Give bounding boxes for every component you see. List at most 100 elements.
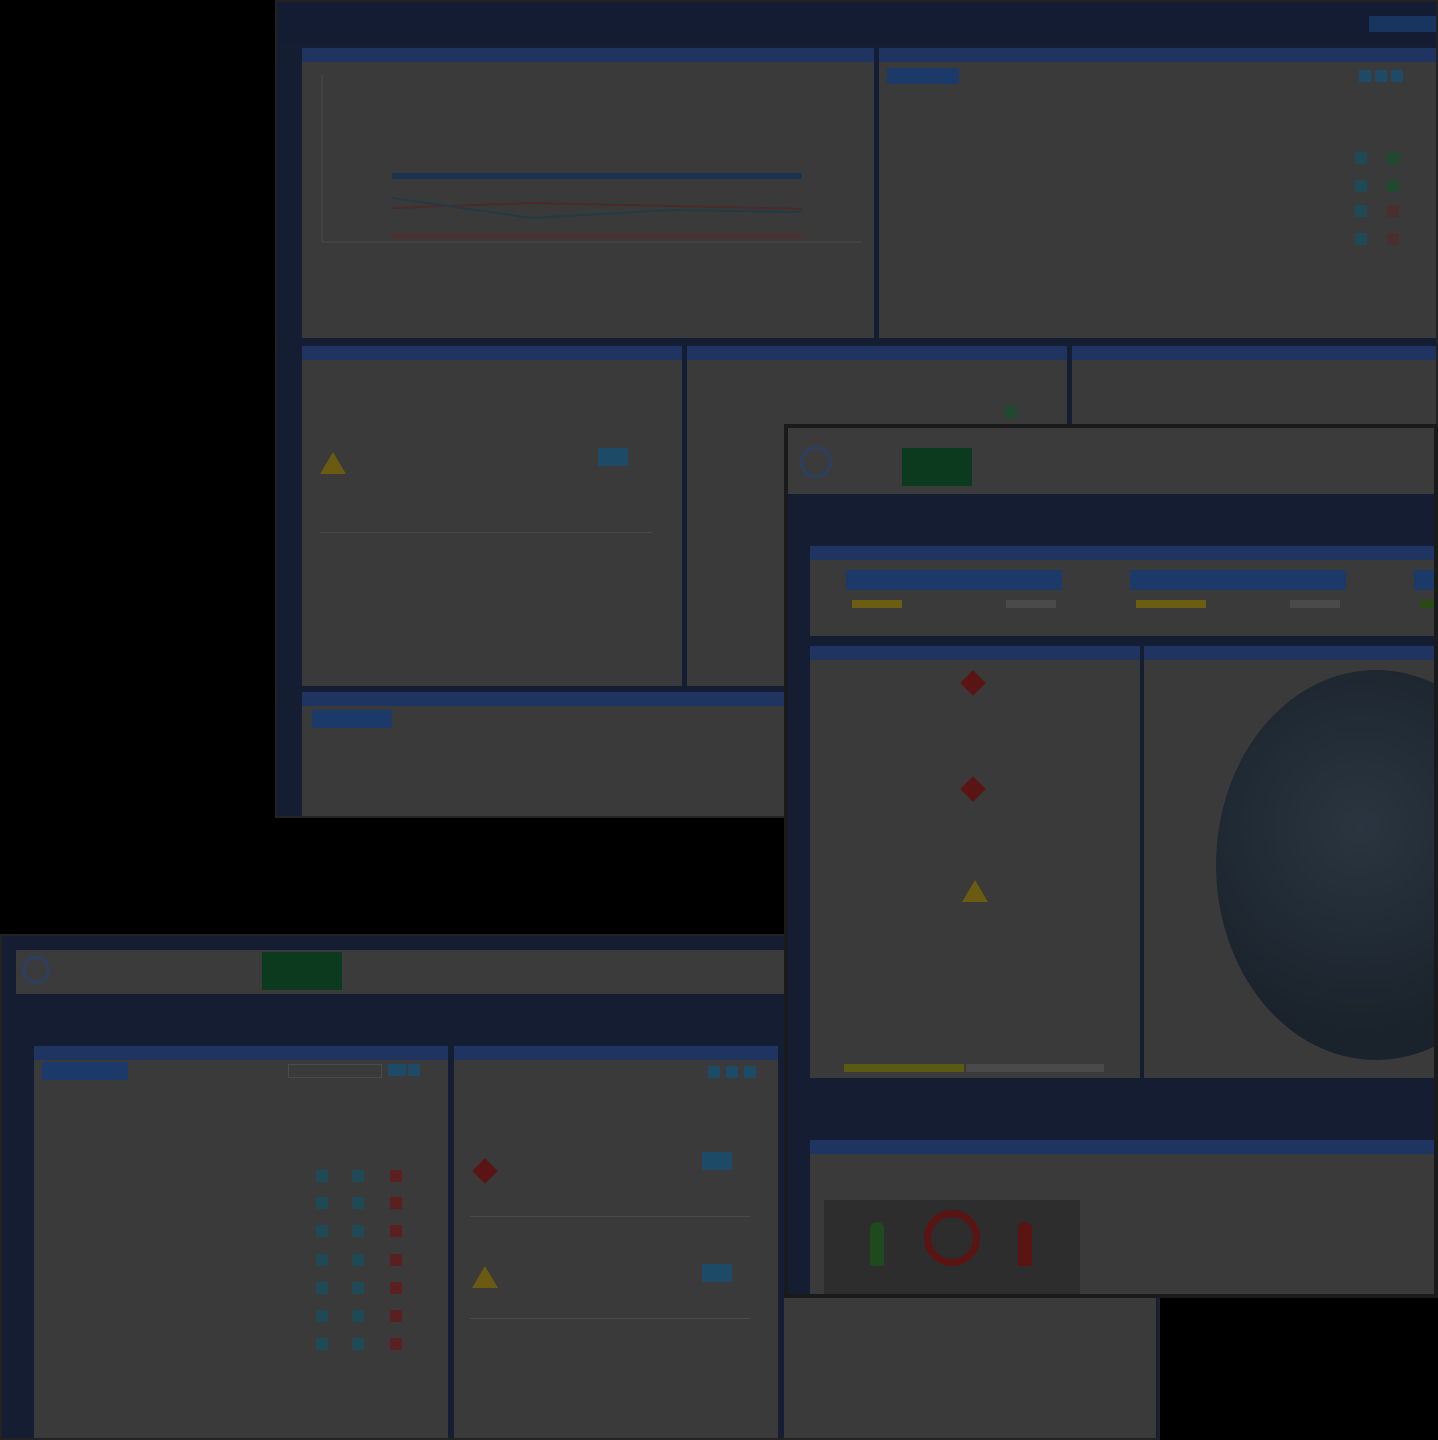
- first-page-icon[interactable]: [708, 1066, 720, 1078]
- filter-icon[interactable]: [408, 1064, 420, 1076]
- alert-3-progress: [844, 1064, 964, 1072]
- table-row: [905, 233, 1345, 247]
- prohibited-icon: [924, 1210, 980, 1266]
- delete-icon[interactable]: [1387, 233, 1399, 245]
- divider: [470, 1318, 750, 1319]
- nav-tab-1[interactable]: [984, 452, 1004, 484]
- alert-panel: [302, 346, 682, 686]
- threat-level-2-bar: [1420, 600, 1434, 608]
- next-page-icon[interactable]: [1391, 70, 1403, 82]
- open-icon[interactable]: [1005, 406, 1017, 418]
- critical-icon: [960, 670, 986, 696]
- table-row: [56, 1282, 316, 1296]
- table-row: [905, 180, 1345, 194]
- add-item-button[interactable]: [312, 710, 392, 728]
- edit-icon[interactable]: [316, 1310, 328, 1322]
- records-table-panel: [879, 48, 1436, 338]
- delete-icon[interactable]: [390, 1197, 402, 1209]
- edit-icon[interactable]: [316, 1225, 328, 1237]
- delete-icon[interactable]: [390, 1225, 402, 1237]
- alert-3-progress-track: [966, 1064, 1104, 1072]
- add-system-button[interactable]: [42, 1062, 128, 1080]
- edit-icon[interactable]: [598, 448, 628, 466]
- delete-icon[interactable]: [390, 1282, 402, 1294]
- open-icon[interactable]: [352, 1254, 364, 1266]
- nav-tab-3[interactable]: [1168, 452, 1188, 484]
- critical-icon: [472, 1158, 498, 1184]
- edit-icon[interactable]: [316, 1197, 328, 1209]
- nav-tab-4[interactable]: [450, 956, 470, 988]
- open-icon[interactable]: [1387, 180, 1399, 192]
- table-row: [56, 1197, 316, 1211]
- threat-level-1-track: [1290, 600, 1340, 608]
- edit-icon[interactable]: [316, 1282, 328, 1294]
- threat-card-0-button[interactable]: [846, 570, 1062, 590]
- open-icon[interactable]: [352, 1197, 364, 1209]
- open-icon[interactable]: [352, 1310, 364, 1322]
- warning-icon: [320, 452, 346, 474]
- edit-icon[interactable]: [1355, 205, 1367, 217]
- nav-tab-0[interactable]: [122, 956, 142, 988]
- nav-tab-2[interactable]: [262, 952, 342, 990]
- threat-level-0-track: [1006, 600, 1056, 608]
- delete-icon[interactable]: [390, 1338, 402, 1350]
- open-icon[interactable]: [352, 1282, 364, 1294]
- prev-page-icon[interactable]: [1375, 70, 1387, 82]
- top-header: [277, 2, 1436, 42]
- next-page-icon[interactable]: [744, 1066, 756, 1078]
- table-row: [905, 152, 1345, 166]
- threat-card-1-button[interactable]: [1130, 570, 1346, 590]
- table-row: [56, 1170, 316, 1184]
- table-row: [320, 790, 780, 804]
- critical-icon: [960, 776, 986, 802]
- open-icon[interactable]: [352, 1338, 364, 1350]
- edit-icon[interactable]: [1355, 180, 1367, 192]
- nav-tab-0[interactable]: [902, 448, 972, 486]
- delete-icon[interactable]: [390, 1254, 402, 1266]
- table-row: [56, 1310, 316, 1324]
- search-input[interactable]: [288, 1064, 382, 1078]
- logo-icon: [22, 956, 50, 984]
- edit-icon[interactable]: [316, 1170, 328, 1182]
- nav-tab-4[interactable]: [1284, 452, 1304, 484]
- edit-icon[interactable]: [702, 1152, 732, 1170]
- dashboard-window-right: [784, 424, 1438, 1298]
- nav-tab-2[interactable]: [1068, 452, 1088, 484]
- open-icon[interactable]: [352, 1225, 364, 1237]
- news-panel: [810, 1140, 1434, 1294]
- delete-icon[interactable]: [390, 1310, 402, 1322]
- table-row: [905, 205, 1345, 219]
- table-row: [56, 1225, 316, 1239]
- threat-level-0-bar: [852, 600, 902, 608]
- prev-page-icon[interactable]: [726, 1066, 738, 1078]
- warning-icon: [472, 1266, 498, 1288]
- threat-map-panel: [1144, 646, 1434, 1078]
- logo-icon: [800, 446, 832, 478]
- chart-panel: [302, 48, 874, 338]
- alerts-list-panel: [810, 646, 1140, 1078]
- table-row: [56, 1254, 316, 1268]
- table-row: [56, 1338, 316, 1352]
- edit-icon[interactable]: [702, 1264, 732, 1282]
- delete-icon[interactable]: [1387, 205, 1399, 217]
- edit-icon[interactable]: [1355, 233, 1367, 245]
- world-globe: [1216, 670, 1434, 1060]
- vulnerability-alerts-panel: [454, 1046, 778, 1438]
- nav-tab-3[interactable]: [346, 956, 366, 988]
- edit-icon[interactable]: [316, 1338, 328, 1350]
- header-action-button[interactable]: [1369, 16, 1436, 32]
- threat-levels-panel: [810, 546, 1434, 636]
- edit-icon[interactable]: [1355, 152, 1367, 164]
- delete-icon[interactable]: [390, 1170, 402, 1182]
- first-page-icon[interactable]: [1359, 70, 1371, 82]
- edit-icon[interactable]: [316, 1254, 328, 1266]
- open-icon[interactable]: [1387, 152, 1399, 164]
- warning-icon: [962, 880, 988, 902]
- nav-tab-1[interactable]: [188, 956, 208, 988]
- nav-bar: [788, 428, 1434, 494]
- threat-card-2-button[interactable]: [1414, 570, 1434, 590]
- search-icon[interactable]: [388, 1064, 406, 1076]
- add-record-button[interactable]: [887, 68, 959, 84]
- line-chart: [321, 74, 862, 243]
- open-icon[interactable]: [352, 1170, 364, 1182]
